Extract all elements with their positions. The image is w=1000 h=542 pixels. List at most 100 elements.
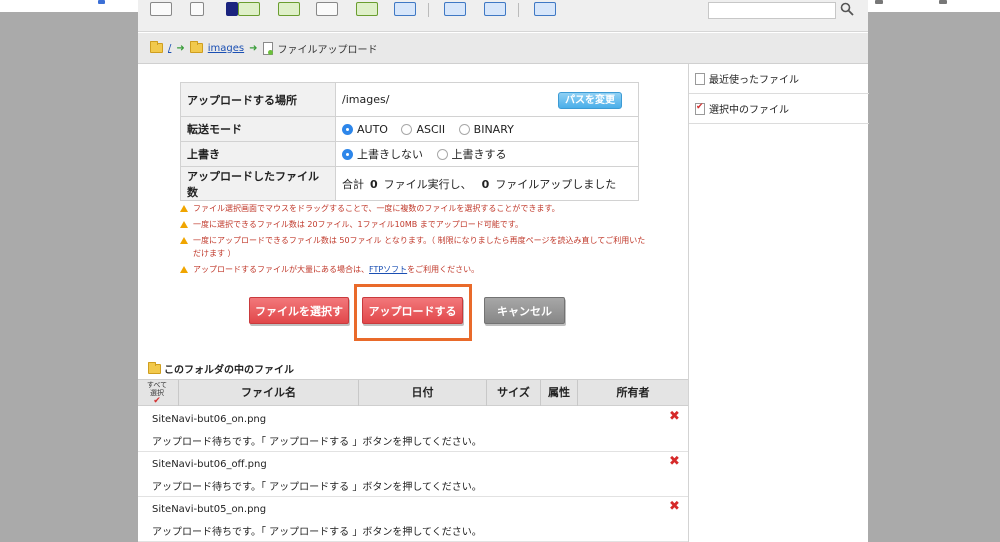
file-name: SiteNavi-but05_on.png bbox=[152, 504, 267, 515]
mode-ascii-label: ASCII bbox=[416, 122, 446, 136]
overwrite-label: 上書き bbox=[180, 141, 336, 167]
warning-icon bbox=[180, 237, 188, 244]
warning-icon bbox=[180, 266, 188, 273]
settings-icon[interactable] bbox=[534, 2, 556, 16]
mode-auto-option[interactable]: AUTO bbox=[342, 123, 388, 136]
file-status: アップロード待ちです。「 アップロードする 」ボタンを押してください。 bbox=[152, 527, 482, 538]
delete-icon[interactable]: ✖ bbox=[669, 455, 680, 468]
overwrite-row: 上書き 上書きしない 上書きする bbox=[180, 141, 639, 167]
upload-notes: ファイル選択画面でマウスをドラッグすることで、一度に複数のファイルを選択すること… bbox=[180, 202, 650, 279]
upload-location-value: /images/ bbox=[342, 93, 390, 106]
upload-button[interactable]: アップロードする bbox=[362, 297, 463, 324]
file-row: SiteNavi-but06_off.png アップロード待ちです。「 アップロ… bbox=[138, 452, 688, 497]
upload-location-label: アップロードする場所 bbox=[180, 82, 336, 117]
folder-icon bbox=[189, 41, 203, 53]
trash-icon[interactable] bbox=[190, 2, 204, 16]
file-status: アップロード待ちです。「 アップロードする 」ボタンを押してください。 bbox=[152, 482, 482, 493]
search-icon[interactable] bbox=[840, 2, 854, 16]
permission-icon[interactable] bbox=[394, 2, 416, 16]
uploaded-count-row: アップロードしたファイル数 合計 0 ファイル実行し、 0 ファイルアップしました bbox=[180, 166, 639, 201]
folder-files-title: このフォルダの中のファイル bbox=[148, 361, 294, 376]
transfer-mode-label: 転送モード bbox=[180, 116, 336, 142]
search-input[interactable] bbox=[708, 2, 836, 19]
column-attribute[interactable]: 属性 bbox=[540, 380, 577, 406]
cancel-button[interactable]: キャンセル bbox=[484, 297, 565, 324]
toolbar bbox=[138, 0, 868, 32]
recent-file-icon bbox=[695, 72, 705, 85]
breadcrumb: / ➜ images ➜ ファイルアップロード bbox=[138, 33, 868, 64]
breadcrumb-root-link[interactable]: / bbox=[168, 43, 171, 54]
overwrite-options: 上書きしない 上書きする bbox=[335, 141, 639, 167]
folder-icon bbox=[148, 361, 161, 374]
file-row: SiteNavi-but06_on.png アップロード待ちです。「 アップロー… bbox=[138, 407, 688, 452]
column-filename[interactable]: ファイル名 bbox=[178, 380, 358, 406]
no-overwrite-option[interactable]: 上書きしない bbox=[342, 146, 423, 162]
document-icon bbox=[262, 41, 273, 55]
transfer-mode-row: 転送モード AUTO ASCII BINARY bbox=[180, 116, 639, 142]
uploaded-count-value: 合計 0 ファイル実行し、 0 ファイルアップしました bbox=[335, 166, 639, 201]
radio-unselected[interactable] bbox=[458, 123, 470, 135]
sidebar-item-selected-files[interactable]: 選択中のファイル bbox=[689, 94, 869, 124]
count-executed: 0 bbox=[370, 177, 378, 191]
copy-icon[interactable] bbox=[316, 2, 338, 16]
view-grid-icon[interactable] bbox=[484, 2, 506, 16]
download-icon[interactable] bbox=[278, 2, 300, 16]
note-item: 一度にアップロードできるファイル数は 50ファイル となります。（ 制限になりま… bbox=[180, 234, 650, 260]
file-row: SiteNavi-but05_on.png アップロード待ちです。「 アップロー… bbox=[138, 497, 688, 542]
change-path-button[interactable]: パスを変更 bbox=[558, 92, 622, 109]
selected-file-icon bbox=[695, 102, 705, 115]
radio-unselected[interactable] bbox=[436, 149, 448, 160]
mode-ascii-option[interactable]: ASCII bbox=[401, 123, 445, 136]
toolbar-divider bbox=[428, 3, 429, 17]
overwrite-option[interactable]: 上書きする bbox=[436, 146, 507, 162]
arrow-right-icon: ➜ bbox=[249, 42, 258, 54]
upload-location-cell: /images/ パスを変更 bbox=[335, 82, 639, 117]
arrow-right-icon: ➜ bbox=[176, 42, 185, 54]
radio-unselected[interactable] bbox=[401, 123, 413, 135]
file-name: SiteNavi-but06_on.png bbox=[152, 414, 267, 425]
note-item: アップロードするファイルが大量にある場合は、FTPソフトをご利用ください。 bbox=[180, 263, 650, 276]
radio-selected[interactable] bbox=[342, 149, 353, 160]
move-icon[interactable] bbox=[356, 2, 378, 16]
toolbar-divider bbox=[518, 3, 519, 17]
select-files-button[interactable]: ファイルを選択する bbox=[249, 297, 349, 345]
file-status: アップロード待ちです。「 アップロードする 」ボタンを押してください。 bbox=[152, 437, 482, 448]
breadcrumb-images-link[interactable]: images bbox=[208, 43, 244, 54]
new-folder-icon[interactable] bbox=[150, 2, 172, 16]
column-size[interactable]: サイズ bbox=[486, 380, 540, 406]
count-uploaded: 0 bbox=[481, 177, 490, 191]
count-uploaded-suffix: ファイルアップしました bbox=[495, 177, 617, 191]
tab-icon bbox=[98, 0, 105, 4]
view-list-icon[interactable] bbox=[444, 2, 466, 16]
files-table-header: すべて 選択 ✔ ファイル名 日付 サイズ 属性 所有者 bbox=[138, 379, 688, 406]
tab-icon bbox=[939, 0, 947, 4]
count-executed-suffix: ファイル実行し、 bbox=[383, 177, 472, 191]
column-date[interactable]: 日付 bbox=[358, 380, 486, 406]
mode-auto-label: AUTO bbox=[357, 122, 388, 136]
transfer-mode-options: AUTO ASCII BINARY bbox=[335, 116, 639, 142]
edit-icon[interactable] bbox=[226, 2, 238, 16]
upload-location-row: アップロードする場所 /images/ パスを変更 bbox=[180, 82, 639, 117]
warning-icon bbox=[180, 205, 188, 212]
select-all-toggle[interactable]: すべて 選択 ✔ bbox=[143, 381, 171, 406]
sidebar-item-recent-files[interactable]: 最近使ったファイル bbox=[689, 64, 869, 94]
note-item: ファイル選択画面でマウスをドラッグすることで、一度に複数のファイルを選択すること… bbox=[180, 202, 650, 215]
column-owner[interactable]: 所有者 bbox=[577, 380, 688, 406]
right-sidebar: 最近使ったファイル 選択中のファイル bbox=[688, 64, 869, 542]
upload-settings-table: アップロードする場所 /images/ パスを変更 転送モード AUTO ASC… bbox=[180, 82, 639, 201]
ftp-software-link[interactable]: FTPソフト bbox=[369, 265, 407, 274]
file-manager-panel: / ➜ images ➜ ファイルアップロード アップロードする場所 /imag… bbox=[138, 0, 869, 542]
radio-selected[interactable] bbox=[342, 123, 353, 135]
mode-binary-label: BINARY bbox=[473, 122, 514, 136]
delete-icon[interactable]: ✖ bbox=[669, 410, 680, 423]
note-item: 一度に選択できるファイル数は 20ファイル、1ファイル10MB までアップロード… bbox=[180, 218, 650, 231]
mode-binary-option[interactable]: BINARY bbox=[458, 122, 514, 136]
checkmark-icon: ✔ bbox=[153, 396, 161, 406]
tab-icon bbox=[875, 0, 883, 4]
count-prefix: 合計 bbox=[342, 177, 364, 191]
delete-icon[interactable]: ✖ bbox=[669, 500, 680, 513]
upload-icon[interactable] bbox=[238, 2, 260, 16]
file-name: SiteNavi-but06_off.png bbox=[152, 459, 267, 470]
no-overwrite-label: 上書きしない bbox=[357, 148, 423, 161]
uploaded-count-label: アップロードしたファイル数 bbox=[180, 166, 336, 201]
